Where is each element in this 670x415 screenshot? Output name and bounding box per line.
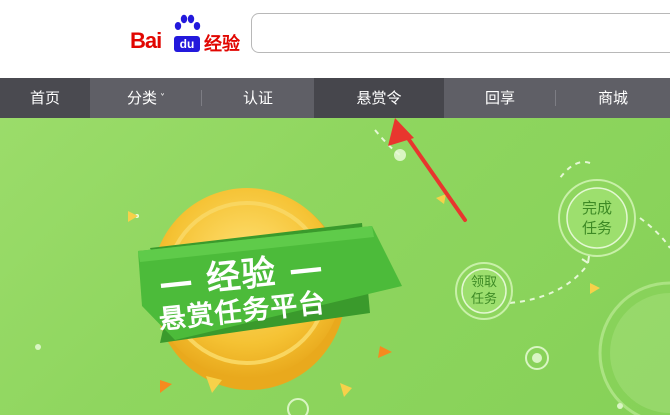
nav-item-label: 认证 (242, 89, 273, 107)
logo-text-du: du (174, 36, 200, 52)
step-label-line: 任务 (581, 219, 612, 237)
nav-item-label: 分类 (126, 89, 157, 107)
header: Bai du 经验 (0, 0, 670, 78)
step-label-line: 任务 (470, 292, 497, 307)
search-input[interactable] (251, 13, 670, 53)
deco-ring (287, 398, 309, 415)
step-label-line: 完成 (581, 199, 612, 217)
deco-dot (617, 403, 623, 409)
dashed-path (509, 267, 586, 304)
red-pointer-arrow (401, 129, 467, 222)
bounty-banner[interactable]: — 经验 — 悬赏任务平台 领取 任务 完成 任务 (0, 118, 670, 415)
baidu-jingyan-logo[interactable]: Bai du 经验 (130, 14, 240, 56)
deco-dot (394, 149, 406, 161)
nav-item-label: 商城 (597, 89, 628, 107)
nav-item-home[interactable]: 首页 (0, 78, 90, 118)
nav-item-label: 回享 (484, 89, 515, 107)
confetti (590, 283, 600, 294)
logo-text-bai: Bai (130, 28, 162, 53)
nav-item-bounty[interactable]: 悬赏令 (314, 78, 444, 118)
chevron-down-icon: ˅ (160, 93, 165, 104)
nav-item-label: 悬赏令 (356, 89, 402, 107)
step-receive-label: 领取 任务 (466, 274, 502, 308)
nav-item-share[interactable]: 回享 (444, 78, 556, 118)
confetti (128, 211, 138, 222)
nav-item-category[interactable]: 分类 ˅ (90, 78, 202, 118)
confetti (378, 346, 392, 358)
main-nav: 首页 分类 ˅ 认证 悬赏令 回享 商城 (0, 78, 670, 118)
nav-item-mall[interactable]: 商城 (556, 78, 670, 118)
dashed-arrow-head (581, 255, 590, 264)
deco-dot (35, 344, 41, 350)
nav-item-label: 首页 (29, 89, 60, 107)
dashed-path (639, 217, 670, 249)
deco-disc (610, 293, 670, 413)
confetti (436, 194, 446, 204)
nav-item-certify[interactable]: 认证 (202, 78, 314, 118)
dashed-path (559, 161, 591, 179)
confetti (340, 383, 352, 397)
deco-dot (532, 353, 542, 363)
logo-text-jingyan: 经验 (204, 34, 240, 55)
step-complete-label: 完成 任务 (573, 198, 621, 238)
step-label-line: 领取 (470, 275, 497, 290)
confetti (160, 380, 172, 393)
